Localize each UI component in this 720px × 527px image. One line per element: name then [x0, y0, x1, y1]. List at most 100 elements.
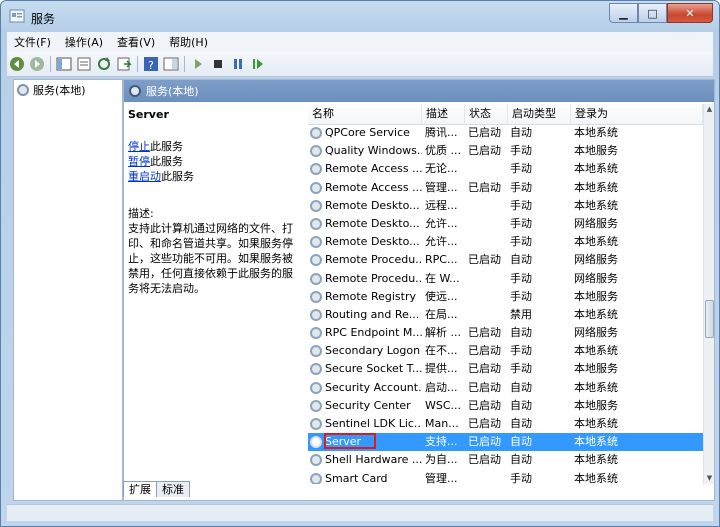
service-status-cell: 已启动	[468, 453, 501, 467]
service-logon-cell: 本地系统	[574, 380, 618, 394]
service-name-cell: Remote Deskto...	[310, 197, 422, 215]
refresh-icon[interactable]	[96, 56, 112, 72]
vertical-scrollbar[interactable]: ▲ ▼	[703, 104, 714, 484]
tab-extended[interactable]: 扩展	[123, 481, 157, 497]
help-icon[interactable]: ?	[143, 56, 159, 72]
service-startup-type-cell: 自动	[510, 380, 532, 394]
table-row[interactable]: QPCore Service 腾讯... 已启动 自动 本地系统	[308, 124, 703, 142]
list-header: 名称 描述 状态 启动类型 登录为	[308, 104, 703, 125]
service-name-text: Sentinel LDK Lic...	[325, 417, 422, 430]
service-name-text: Remote Access ...	[325, 162, 422, 176]
properties-list-icon[interactable]	[76, 56, 92, 72]
minimize-button[interactable]: ▁	[609, 3, 638, 23]
stop-service-link[interactable]: 停止	[128, 140, 150, 153]
restart-service-icon[interactable]	[250, 56, 266, 72]
console-tree-icon[interactable]	[56, 56, 72, 72]
column-header-description[interactable]: 描述	[422, 104, 465, 124]
table-row[interactable]: Secondary Logon 在不... 已启动 手动 本地系统	[308, 342, 703, 360]
title-bar[interactable]: 服务 ▁ □ ✕	[1, 1, 719, 31]
table-row[interactable]: RPC Endpoint M... 解析 ... 已启动 自动 网络服务	[308, 324, 703, 342]
description-block: 描述: 支持此计算机通过网络的文件、打印、和命名管道共享。如果服务停止，这些功能…	[128, 206, 300, 296]
table-row[interactable]: Security Account... 启动... 已启动 自动 本地系统	[308, 379, 703, 397]
stop-service-icon[interactable]	[210, 56, 226, 72]
table-row[interactable]: Quality Windows... 优质 ... 已启动 手动 本地服务	[308, 142, 703, 160]
toolbar: ?	[7, 52, 713, 77]
restart-service-link[interactable]: 重启动	[128, 170, 161, 183]
service-name-text: RPC Endpoint M...	[325, 326, 422, 340]
table-row[interactable]: Remote Access ... 无论... 手动 本地系统	[308, 160, 703, 178]
service-gear-icon	[310, 472, 322, 484]
service-description-cell: RPC...	[425, 253, 458, 267]
service-name-cell: Quality Windows...	[310, 142, 422, 160]
table-row[interactable]: Remote Registry 使远... 手动 本地服务	[308, 288, 703, 306]
table-row[interactable]: Remote Deskto... 允许... 手动 本地系统	[308, 233, 703, 251]
service-gear-icon	[310, 381, 322, 394]
service-logon-cell: 本地系统	[574, 471, 618, 484]
service-name-text: Remote Access ...	[325, 180, 422, 194]
column-header-logon-as[interactable]: 登录为	[571, 104, 703, 124]
table-row[interactable]: Remote Deskto... 远程... 手动 本地系统	[308, 197, 703, 215]
menu-help[interactable]: 帮助(H)	[162, 34, 215, 50]
table-row[interactable]: Server 支持... 已启动 自动 本地系统	[308, 433, 703, 452]
menu-view[interactable]: 查看(V)	[110, 34, 162, 50]
service-logon-cell: 本地系统	[574, 344, 618, 358]
service-name-cell: Remote Deskto...	[310, 233, 422, 251]
table-row[interactable]: Remote Deskto... 允许... 手动 网络服务	[308, 215, 703, 233]
table-row[interactable]: Shell Hardware ... 为自... 已启动 自动 本地系统	[308, 451, 703, 469]
table-row[interactable]: Remote Access ... 管理... 已启动 手动 本地系统	[308, 179, 703, 197]
selected-service-name: Server	[128, 108, 169, 121]
tree-item-services-local[interactable]: 服务(本地)	[16, 82, 86, 98]
service-startup-type-cell: 手动	[510, 362, 532, 376]
service-status-cell: 已启动	[468, 144, 501, 158]
table-row[interactable]: Remote Procedu... 在 W... 手动 网络服务	[308, 270, 703, 288]
forward-arrow-icon[interactable]	[29, 56, 45, 72]
table-row[interactable]: Remote Procedu... RPC... 已启动 自动 网络服务	[308, 251, 703, 269]
close-icon: ✕	[685, 6, 695, 20]
service-gear-icon	[310, 236, 322, 249]
service-gear-icon	[310, 127, 322, 139]
pause-action: 暂停此服务	[128, 155, 183, 168]
table-row[interactable]: Security Center WSC... 已启动 自动 本地服务	[308, 397, 703, 415]
service-description-cell: 腾讯...	[425, 126, 458, 139]
menu-action[interactable]: 操作(A)	[58, 34, 110, 50]
table-row[interactable]: Sentinel LDK Lic... Man... 已启动 自动 本地系统	[308, 415, 703, 433]
table-row[interactable]: Routing and Re... 在局... 禁用 本地系统	[308, 306, 703, 324]
close-button[interactable]: ✕	[667, 3, 713, 23]
services-window: 服务 ▁ □ ✕ 文件(F) 操作(A) 查看(V) 帮助(H) ? 服务(本地…	[0, 0, 720, 527]
service-gear-icon	[310, 363, 322, 376]
service-name-cell: Smart Card	[310, 470, 422, 484]
service-description-cell: 无论...	[425, 162, 458, 176]
service-logon-cell: 本地服务	[574, 398, 618, 412]
column-header-startup-type[interactable]: 启动类型	[508, 104, 571, 124]
service-name-cell: Security Center	[310, 397, 422, 415]
scroll-thumb[interactable]	[705, 300, 714, 338]
column-header-status[interactable]: 状态	[465, 104, 508, 124]
service-gear-icon	[310, 399, 322, 412]
service-status-cell: 已启动	[468, 435, 501, 449]
table-row[interactable]: Secure Socket T... 提供... 已启动 手动 本地服务	[308, 360, 703, 378]
pause-service-icon[interactable]	[230, 56, 246, 72]
back-arrow-icon[interactable]	[9, 56, 25, 72]
service-description-cell: 管理...	[425, 471, 458, 484]
service-startup-type-cell: 手动	[510, 271, 532, 285]
service-startup-type-cell: 自动	[510, 417, 532, 430]
tree-item-label: 服务(本地)	[33, 84, 86, 97]
service-name-text: Routing and Re...	[325, 307, 420, 321]
maximize-button[interactable]: □	[638, 3, 667, 23]
pause-service-link[interactable]: 暂停	[128, 155, 150, 168]
scroll-up-icon[interactable]: ▲	[705, 105, 714, 114]
table-row[interactable]: Smart Card 管理... 手动 本地系统	[308, 470, 703, 484]
start-service-icon[interactable]	[190, 56, 206, 72]
show-hide-icon[interactable]	[163, 56, 179, 72]
column-header-name[interactable]: 名称	[308, 104, 422, 124]
service-startup-type-cell: 自动	[510, 253, 532, 267]
service-name-cell: Shell Hardware ...	[310, 451, 422, 469]
stop-action: 停止此服务	[128, 140, 183, 153]
service-logon-cell: 本地系统	[574, 235, 618, 249]
tab-standard[interactable]: 标准	[156, 481, 190, 497]
menu-file[interactable]: 文件(F)	[7, 34, 58, 50]
service-status-cell: 已启动	[468, 380, 501, 394]
export-list-icon[interactable]	[116, 56, 132, 72]
service-startup-type-cell: 手动	[510, 344, 532, 358]
scroll-down-icon[interactable]: ▼	[705, 474, 714, 483]
